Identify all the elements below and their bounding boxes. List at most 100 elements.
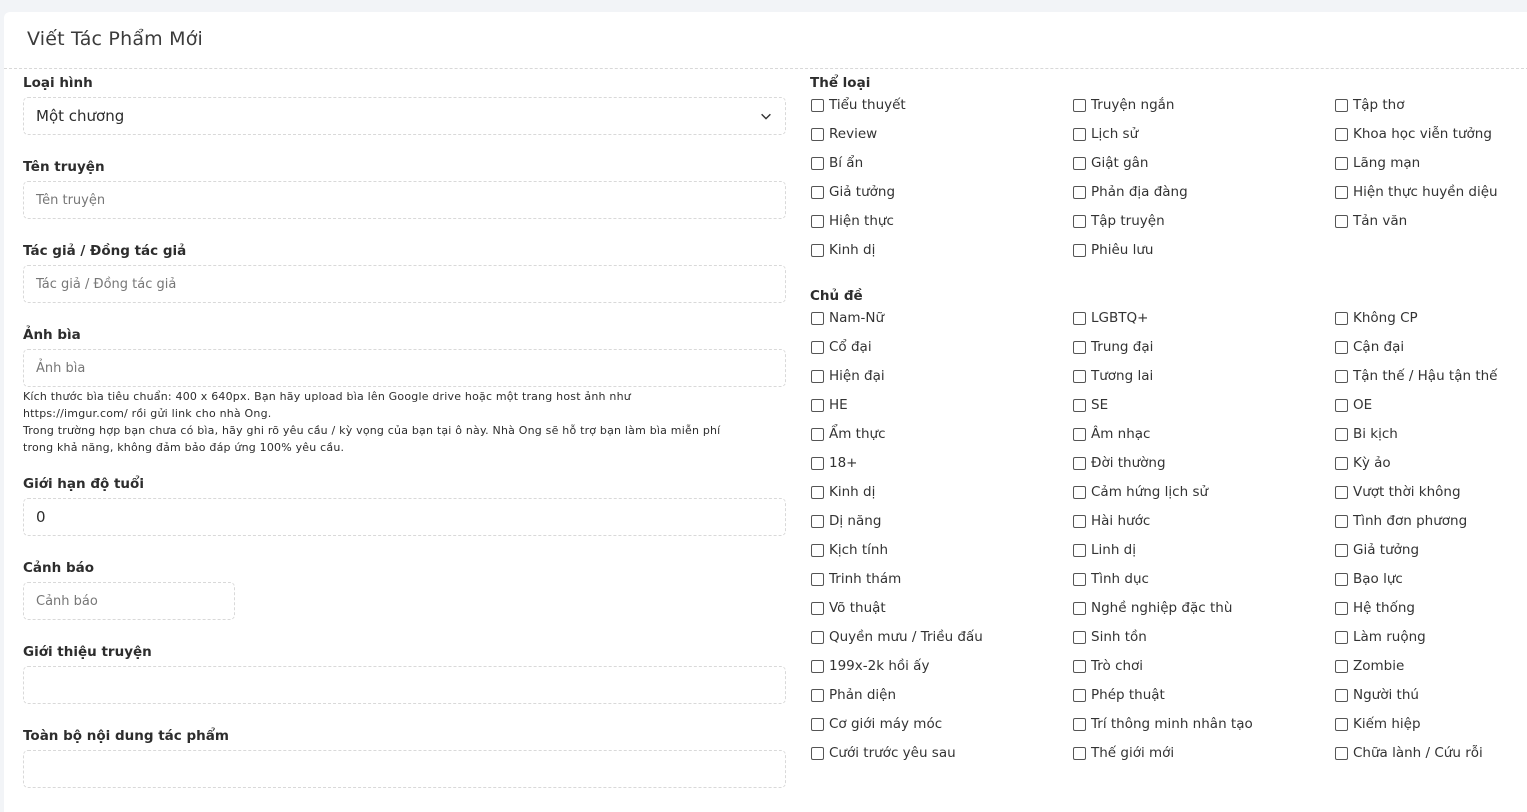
topic-checkbox-item[interactable]: Cảm hứng lịch sử <box>1072 484 1334 513</box>
topic-checkbox-item[interactable]: Kỳ ảo <box>1334 455 1527 484</box>
topic-checkbox-item[interactable]: Nam-Nữ <box>810 310 1072 339</box>
topic-checkbox-item[interactable]: Ẩm thực <box>810 426 1072 455</box>
checkbox[interactable] <box>1073 428 1086 441</box>
age-input[interactable]: 0 <box>23 498 786 536</box>
warning-input[interactable]: Cảnh báo <box>23 582 235 620</box>
topic-checkbox-item[interactable]: Hiện đại <box>810 368 1072 397</box>
genre-checkbox-item[interactable]: Tản văn <box>1334 213 1527 242</box>
checkbox[interactable] <box>811 631 824 644</box>
checkbox[interactable] <box>1073 718 1086 731</box>
topic-checkbox-item[interactable]: Tương lai <box>1072 368 1334 397</box>
checkbox[interactable] <box>1335 515 1348 528</box>
checkbox[interactable] <box>811 486 824 499</box>
checkbox[interactable] <box>811 689 824 702</box>
checkbox[interactable] <box>811 660 824 673</box>
checkbox[interactable] <box>1073 573 1086 586</box>
genre-checkbox-item[interactable]: Giả tưởng <box>810 184 1072 213</box>
checkbox[interactable] <box>811 215 824 228</box>
topic-checkbox-item[interactable]: SE <box>1072 397 1334 426</box>
cover-input[interactable]: Ảnh bìa <box>23 349 786 387</box>
checkbox[interactable] <box>811 718 824 731</box>
genre-checkbox-item[interactable]: Giật gân <box>1072 155 1334 184</box>
topic-checkbox-item[interactable]: Trung đại <box>1072 339 1334 368</box>
genre-checkbox-item[interactable]: Tập truyện <box>1072 213 1334 242</box>
checkbox[interactable] <box>811 370 824 383</box>
title-input[interactable]: Tên truyện <box>23 181 786 219</box>
checkbox[interactable] <box>811 573 824 586</box>
topic-checkbox-item[interactable]: OE <box>1334 397 1527 426</box>
checkbox[interactable] <box>1335 186 1348 199</box>
topic-checkbox-item[interactable]: Võ thuật <box>810 600 1072 629</box>
topic-checkbox-item[interactable]: Linh dị <box>1072 542 1334 571</box>
checkbox[interactable] <box>1335 486 1348 499</box>
topic-checkbox-item[interactable]: Giả tưởng <box>1334 542 1527 571</box>
topic-checkbox-item[interactable]: Trò chơi <box>1072 658 1334 687</box>
content-textarea[interactable] <box>23 750 786 788</box>
topic-checkbox-item[interactable]: Không CP <box>1334 310 1527 339</box>
topic-checkbox-item[interactable]: Cổ đại <box>810 339 1072 368</box>
genre-checkbox-item[interactable]: Kinh dị <box>810 242 1072 271</box>
checkbox[interactable] <box>1073 602 1086 615</box>
checkbox[interactable] <box>1073 157 1086 170</box>
checkbox[interactable] <box>811 602 824 615</box>
checkbox[interactable] <box>1335 341 1348 354</box>
genre-checkbox-item[interactable]: Tiểu thuyết <box>810 97 1072 126</box>
topic-checkbox-item[interactable]: Cận đại <box>1334 339 1527 368</box>
checkbox[interactable] <box>1335 689 1348 702</box>
checkbox[interactable] <box>1335 370 1348 383</box>
topic-checkbox-item[interactable]: Hài hước <box>1072 513 1334 542</box>
topic-checkbox-item[interactable]: Kinh dị <box>810 484 1072 513</box>
topic-checkbox-item[interactable]: Tận thế / Hậu tận thế <box>1334 368 1527 397</box>
checkbox[interactable] <box>1073 312 1086 325</box>
intro-textarea[interactable] <box>23 666 786 704</box>
topic-checkbox-item[interactable]: Quyền mưu / Triều đấu <box>810 629 1072 658</box>
checkbox[interactable] <box>1335 312 1348 325</box>
checkbox[interactable] <box>1073 544 1086 557</box>
checkbox[interactable] <box>1073 186 1086 199</box>
topic-checkbox-item[interactable]: Kịch tính <box>810 542 1072 571</box>
checkbox[interactable] <box>1335 544 1348 557</box>
topic-checkbox-item[interactable]: Tình dục <box>1072 571 1334 600</box>
checkbox[interactable] <box>1073 399 1086 412</box>
topic-checkbox-item[interactable]: Làm ruộng <box>1334 629 1527 658</box>
checkbox[interactable] <box>1073 631 1086 644</box>
checkbox[interactable] <box>811 747 824 760</box>
checkbox[interactable] <box>1073 660 1086 673</box>
topic-checkbox-item[interactable]: 199x-2k hồi ấy <box>810 658 1072 687</box>
checkbox[interactable] <box>1335 457 1348 470</box>
checkbox[interactable] <box>811 312 824 325</box>
topic-checkbox-item[interactable]: Trí thông minh nhân tạo <box>1072 716 1334 745</box>
checkbox[interactable] <box>1335 428 1348 441</box>
genre-checkbox-item[interactable]: Tập thơ <box>1334 97 1527 126</box>
checkbox[interactable] <box>811 157 824 170</box>
genre-checkbox-item[interactable]: Review <box>810 126 1072 155</box>
checkbox[interactable] <box>1073 486 1086 499</box>
topic-checkbox-item[interactable]: Thế giới mới <box>1072 745 1334 774</box>
topic-checkbox-item[interactable]: Bi kịch <box>1334 426 1527 455</box>
topic-checkbox-item[interactable]: 18+ <box>810 455 1072 484</box>
topic-checkbox-item[interactable]: Trinh thám <box>810 571 1072 600</box>
checkbox[interactable] <box>1335 602 1348 615</box>
checkbox[interactable] <box>1073 747 1086 760</box>
genre-checkbox-item[interactable]: Hiện thực <box>810 213 1072 242</box>
topic-checkbox-item[interactable]: Kiếm hiệp <box>1334 716 1527 745</box>
checkbox[interactable] <box>1335 399 1348 412</box>
checkbox[interactable] <box>811 544 824 557</box>
checkbox[interactable] <box>1335 631 1348 644</box>
genre-checkbox-item[interactable]: Truyện ngắn <box>1072 97 1334 126</box>
checkbox[interactable] <box>811 399 824 412</box>
checkbox[interactable] <box>1073 99 1086 112</box>
topic-checkbox-item[interactable]: Phản diện <box>810 687 1072 716</box>
checkbox[interactable] <box>1073 215 1086 228</box>
checkbox[interactable] <box>1073 457 1086 470</box>
checkbox[interactable] <box>1335 747 1348 760</box>
genre-checkbox-item[interactable]: Hiện thực huyền diệu <box>1334 184 1527 213</box>
topic-checkbox-item[interactable]: Nghề nghiệp đặc thù <box>1072 600 1334 629</box>
checkbox[interactable] <box>811 186 824 199</box>
checkbox[interactable] <box>1335 99 1348 112</box>
checkbox[interactable] <box>811 515 824 528</box>
genre-checkbox-item[interactable]: Khoa học viễn tưởng <box>1334 126 1527 155</box>
checkbox[interactable] <box>811 244 824 257</box>
checkbox[interactable] <box>811 457 824 470</box>
topic-checkbox-item[interactable]: Người thú <box>1334 687 1527 716</box>
